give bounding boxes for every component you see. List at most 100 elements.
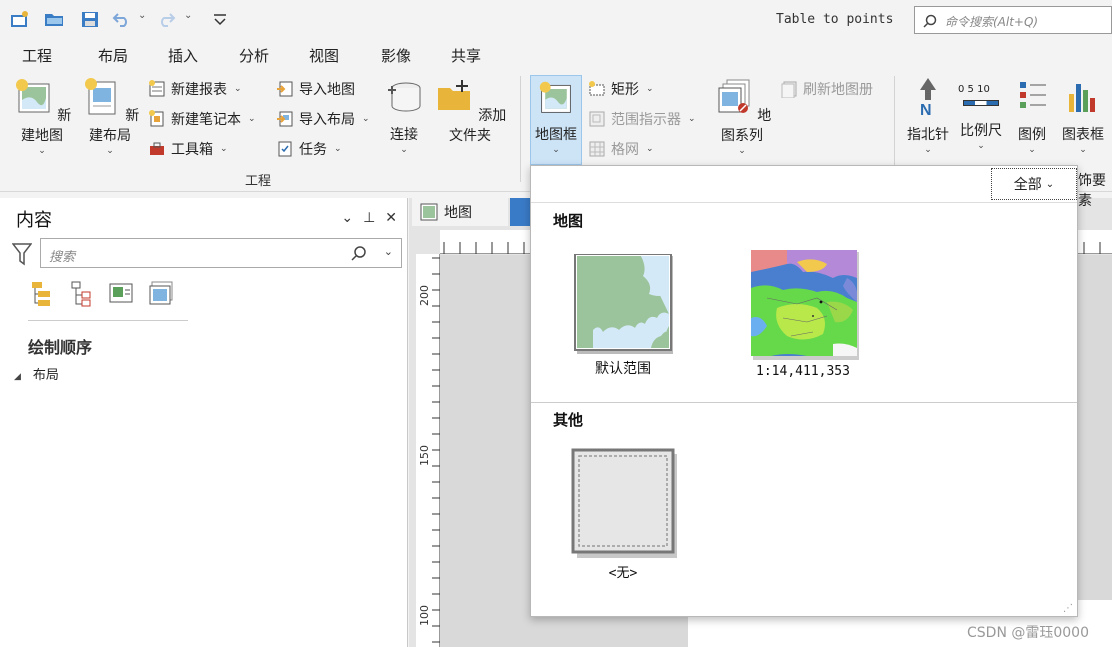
grid-button[interactable]: 格网 ⌄ [588,138,654,160]
tab-layout-document[interactable] [510,198,532,226]
notebook-icon [149,110,164,127]
rectangle-button[interactable]: 矩形 ⌄ [588,78,654,100]
map-frame-label: 地图框 [535,127,577,143]
save-project-icon[interactable] [80,10,100,28]
close-icon[interactable]: ✕ [385,210,397,226]
command-search-input[interactable]: 命令搜索(Alt+Q) [914,6,1112,34]
toolbox-label: 工具箱 [171,142,213,158]
tree-item-layout[interactable]: ◢ 布局 [14,364,59,383]
tab-imagery[interactable]: 影像 [381,45,411,66]
chevron-down-icon: ⌄ [1045,178,1055,190]
tab-analysis[interactable]: 分析 [239,45,269,66]
chevron-down-icon: ⌄ [220,144,228,154]
drawing-order-icon[interactable] [28,278,54,308]
gallery-item-default-extent[interactable]: 默认范围 [571,253,675,378]
refresh-map-series-button[interactable]: 刷新地图册 [780,78,873,100]
chevron-down-icon: ⌄ [688,114,696,124]
north-arrow-label: 指北针 [907,127,949,143]
gallery-filter-dropdown[interactable]: 全部 ⌄ [991,168,1077,200]
scale-bar-button[interactable]: 0 5 10 比例尺 ⌄ [956,76,1006,151]
resize-grip-icon[interactable]: ⋰ [1063,603,1073,614]
pane-options-icon[interactable]: ⌄ [341,210,353,226]
north-arrow-icon: N [920,78,936,119]
chevron-down-icon: ⌄ [977,141,985,151]
chevron-down-icon: ⌄ [924,145,932,155]
ribbon-separator [520,76,521,182]
redo-dropdown-icon[interactable]: ⌄ [184,10,192,21]
import-map-button[interactable]: 导入地图 [276,78,355,100]
new-project-icon[interactable] [10,10,30,28]
command-search-placeholder: 命令搜索(Alt+Q) [945,15,1039,29]
import-layout-button[interactable]: 导入布局 ⌄ [276,108,370,130]
pin-icon[interactable]: ⊥ [363,210,375,226]
chevron-down-icon: ⌄ [38,146,46,156]
gallery-item-map-scale[interactable]: 1:14,411,353 [743,248,863,379]
chevron-down-icon: ⌄ [362,114,370,124]
add-folder-button[interactable]: 添加文件夹 [430,76,510,145]
legend-button[interactable]: 图例 ⌄ [1010,76,1054,155]
tab-map-document[interactable]: 地图 [412,198,508,226]
view-toggles-underline [28,320,188,321]
open-project-icon[interactable] [44,10,64,28]
customize-icon[interactable] [210,10,230,28]
chevron-down-icon: ⌄ [106,146,114,156]
new-map-button[interactable]: 新建地图 ⌄ [10,76,74,156]
list-by-element-icon[interactable] [108,278,134,308]
connect-button[interactable]: 连接 ⌄ [382,76,426,155]
new-notebook-button[interactable]: 新建笔记本 ⌄ [148,108,256,130]
chevron-down-icon: ⌄ [334,144,342,154]
drawing-order-heading: 绘制顺序 [28,338,93,357]
north-arrow-button[interactable]: N 指北针 ⌄ [904,76,952,155]
ribbon-tabs: 工程 布局 插入 分析 视图 影像 共享 [0,38,1112,72]
project-group-label: 工程 [245,174,272,189]
chevron-down-icon: ⌄ [552,145,560,155]
redo-icon[interactable] [156,10,176,28]
import-layout-label: 导入布局 [299,112,355,128]
report-icon [149,80,165,97]
undo-icon[interactable] [112,10,132,28]
tab-share[interactable]: 共享 [451,45,481,66]
contents-search-input[interactable]: 搜索 ⌄ [40,238,402,268]
undo-dropdown-icon[interactable]: ⌄ [138,10,146,21]
map-frame-button[interactable]: 地图框 ⌄ [530,75,582,165]
selection-list-icon[interactable] [68,278,94,308]
map-surrounds-group-label-partial: 饰要素 [1078,173,1106,209]
grid-label: 格网 [611,142,639,158]
chevron-down-icon: ⌄ [1079,145,1087,155]
new-layout-icon [84,78,116,115]
chevron-down-icon: ⌄ [1028,145,1036,155]
filter-icon[interactable] [12,242,32,266]
chart-frame-label: 图表框 [1062,127,1104,143]
refresh-map-series-label: 刷新地图册 [803,82,873,98]
tab-project[interactable]: 工程 [22,45,52,66]
extent-indicator-icon [589,111,605,127]
list-by-map-frame-icon[interactable] [148,278,174,308]
search-icon[interactable] [351,245,367,261]
import-layout-icon [277,111,293,127]
import-map-icon [277,81,293,97]
new-report-button[interactable]: 新建报表 ⌄ [148,78,242,100]
ruler-label-100: 100 [418,605,431,626]
task-button[interactable]: 任务 ⌄ [276,138,342,160]
tab-view[interactable]: 视图 [309,45,339,66]
extent-indicator-label: 范围指示器 [611,112,681,128]
new-report-label: 新建报表 [171,82,227,98]
expand-triangle-icon[interactable]: ◢ [14,372,21,382]
rectangle-icon [589,81,605,96]
map-scale-label: 1:14,411,353 [756,364,850,379]
chevron-down-icon[interactable]: ⌄ [384,245,393,258]
chart-frame-button[interactable]: 图表框 ⌄ [1058,76,1108,155]
tab-insert[interactable]: 插入 [165,45,201,72]
map-series-button[interactable]: 地图系列 ⌄ [708,76,776,156]
tab-layout[interactable]: 布局 [98,45,128,66]
gallery-item-none[interactable]: <无> [567,448,679,581]
extent-indicator-button[interactable]: 范围指示器 ⌄ [588,108,696,130]
none-label: <无> [608,566,638,581]
new-layout-button[interactable]: 新建布局 ⌄ [78,76,142,156]
contents-pane-title: 内容 [16,210,52,231]
ruler-label-150: 150 [418,445,431,466]
map-icon [420,203,438,221]
watermark: CSDN @雷珏0000 [967,625,1089,641]
task-icon [278,141,292,157]
toolbox-button[interactable]: 工具箱 ⌄ [148,138,228,160]
